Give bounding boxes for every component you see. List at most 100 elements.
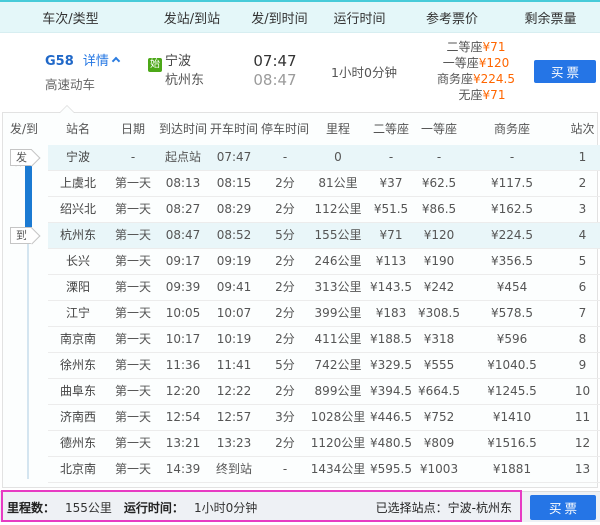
- depart-time-cell: 13:23: [208, 431, 260, 457]
- station-row[interactable]: 北京南 第一天 14:39 终到站 - 1434公里 ¥595.5 ¥1003 …: [3, 457, 600, 483]
- station-name-cell: 北京南: [48, 457, 108, 483]
- business-class-price-cell: ¥578.5: [462, 301, 562, 327]
- col-header-train-type: 车次/类型: [42, 11, 99, 27]
- train-type-label: 高速动车: [45, 76, 96, 92]
- stop-duration-cell: 5分: [260, 223, 310, 249]
- arrive-time-cell: 11:36: [158, 353, 208, 379]
- station-name-cell: 江宁: [48, 301, 108, 327]
- arrive-time-cell: 09:17: [158, 249, 208, 275]
- station-row[interactable]: 上虞北 第一天 08:13 08:15 2分 81公里 ¥37 ¥62.5 ¥1…: [3, 171, 600, 197]
- depart-time-cell: 09:41: [208, 275, 260, 301]
- stop-sequence-cell: 1: [562, 145, 600, 171]
- col-header-stations: 发站/到站: [163, 11, 221, 27]
- arrive-time-cell: 起点站: [158, 145, 208, 171]
- depart-time-cell: 12:57: [208, 405, 260, 431]
- second-class-label: 二等座: [446, 40, 483, 54]
- date-cell: 第一天: [108, 379, 158, 405]
- second-class-price-cell: ¥480.5: [366, 431, 416, 457]
- station-name-cell: 上虞北: [48, 171, 108, 197]
- date-cell: 第一天: [108, 353, 158, 379]
- selected-stations-label: 已选择站点：宁波-杭州东: [375, 500, 512, 515]
- business-class-price-cell: ¥117.5: [462, 171, 562, 197]
- price-list: 二等座¥71 一等座¥120 商务座¥224.5 无座¥71: [408, 39, 530, 103]
- station-name-cell: 曲阜东: [48, 379, 108, 405]
- station-row[interactable]: 长兴 第一天 09:17 09:19 2分 246公里 ¥113 ¥190 ¥3…: [3, 249, 600, 275]
- date-cell: 第一天: [108, 301, 158, 327]
- first-class-price-cell: ¥242: [416, 275, 462, 301]
- date-cell: 第一天: [108, 327, 158, 353]
- stop-duration-cell: 2分: [260, 249, 310, 275]
- stop-duration-cell: -: [260, 145, 310, 171]
- station-name-cell: 杭州东: [48, 223, 108, 249]
- arrive-time-cell: 08:47: [158, 223, 208, 249]
- date-cell: 第一天: [108, 457, 158, 483]
- station-row[interactable]: 发 宁波 - 起点站 07:47 - 0 - - - 1: [3, 145, 600, 171]
- stop-duration-cell: 2分: [260, 301, 310, 327]
- station-name-cell: 长兴: [48, 249, 108, 275]
- business-class-price-cell: ¥596: [462, 327, 562, 353]
- stop-duration-cell: -: [260, 457, 310, 483]
- station-name-cell: 德州东: [48, 431, 108, 457]
- first-class-price-cell: ¥809: [416, 431, 462, 457]
- train-schedule-page: 车次/类型 发站/到站 发/到时间 运行时间 参考票价 剩余票量 G58 详情 …: [0, 0, 600, 525]
- col-header-duration: 运行时间: [333, 11, 386, 27]
- business-class-price-cell: ¥224.5: [462, 223, 562, 249]
- station-row[interactable]: 到 杭州东 第一天 08:47 08:52 5分 155公里 ¥71 ¥120 …: [3, 223, 600, 249]
- stop-sequence-cell: 2: [562, 171, 600, 197]
- distance-cell: 0: [310, 145, 366, 171]
- first-class-price-cell: ¥752: [416, 405, 462, 431]
- second-class-price-cell: ¥595.5: [366, 457, 416, 483]
- arrive-time-cell: 09:39: [158, 275, 208, 301]
- distance-cell: 81公里: [310, 171, 366, 197]
- stop-sequence-cell: 8: [562, 327, 600, 353]
- buy-cell: 买票: [530, 59, 600, 83]
- depart-time-cell: 08:52: [208, 223, 260, 249]
- station-row[interactable]: 南京南 第一天 10:17 10:19 2分 411公里 ¥188.5 ¥318…: [3, 327, 600, 353]
- station-row[interactable]: 曲阜东 第一天 12:20 12:22 2分 899公里 ¥394.5 ¥664…: [3, 379, 600, 405]
- stop-duration-cell: 5分: [260, 353, 310, 379]
- first-class-price-cell: ¥318: [416, 327, 462, 353]
- station-row[interactable]: 绍兴北 第一天 08:27 08:29 2分 112公里 ¥51.5 ¥86.5…: [3, 197, 600, 223]
- depart-time-cell: 11:41: [208, 353, 260, 379]
- depart-time-cell: 08:29: [208, 197, 260, 223]
- arrive-time-cell: 13:21: [158, 431, 208, 457]
- stop-duration-cell: 2分: [260, 379, 310, 405]
- arrive-time-cell: 08:27: [158, 197, 208, 223]
- date-cell: 第一天: [108, 431, 158, 457]
- business-class-price-cell: -: [462, 145, 562, 171]
- stations-cell: 始宁波 杭州东: [148, 53, 230, 90]
- distance-cell: 313公里: [310, 275, 366, 301]
- origin-badge-icon: 始: [148, 57, 162, 72]
- station-row[interactable]: 溧阳 第一天 09:39 09:41 2分 313公里 ¥143.5 ¥242 …: [3, 275, 600, 301]
- first-class-price: ¥120: [478, 56, 510, 70]
- station-row[interactable]: 济南西 第一天 12:54 12:57 3分 1028公里 ¥446.5 ¥75…: [3, 405, 600, 431]
- col-header-times: 发/到时间: [251, 11, 308, 27]
- stop-duration-cell: 2分: [260, 275, 310, 301]
- first-class-label: 一等座: [442, 56, 479, 70]
- arrive-time-cell: 10:05: [158, 301, 208, 327]
- stop-sequence-cell: 13: [562, 457, 600, 483]
- buy-ticket-button[interactable]: 买票: [534, 59, 596, 83]
- station-row[interactable]: 徐州东 第一天 11:36 11:41 5分 742公里 ¥329.5 ¥555…: [3, 353, 600, 379]
- stop-sequence-cell: 4: [562, 223, 600, 249]
- train-code: G58: [45, 53, 74, 69]
- to-station-label: 杭州东: [165, 72, 205, 88]
- depart-arrive-badge: 到: [10, 227, 32, 244]
- stop-duration-cell: 2分: [260, 197, 310, 223]
- first-class-price-cell: ¥190: [416, 249, 462, 275]
- stop-sequence-cell: 7: [562, 301, 600, 327]
- train-info-cell: G58 详情 高速动车: [0, 50, 148, 93]
- business-class-price-cell: ¥1245.5: [462, 379, 562, 405]
- station-row[interactable]: 德州东 第一天 13:21 13:23 2分 1120公里 ¥480.5 ¥80…: [3, 431, 600, 457]
- station-row[interactable]: 江宁 第一天 10:05 10:07 2分 399公里 ¥183 ¥308.5 …: [3, 301, 600, 327]
- business-class-price-cell: ¥1881: [462, 457, 562, 483]
- date-cell: 第一天: [108, 275, 158, 301]
- footer-buy-ticket-button[interactable]: 买票: [530, 495, 596, 520]
- stop-sequence-cell: 3: [562, 197, 600, 223]
- date-cell: 第一天: [108, 171, 158, 197]
- arrive-time-label: 08:47: [253, 71, 297, 89]
- details-toggle-link[interactable]: 详情: [83, 54, 121, 69]
- no-seat-price: ¥71: [482, 88, 506, 102]
- second-class-price-cell: ¥188.5: [366, 327, 416, 353]
- depart-time-cell: 12:22: [208, 379, 260, 405]
